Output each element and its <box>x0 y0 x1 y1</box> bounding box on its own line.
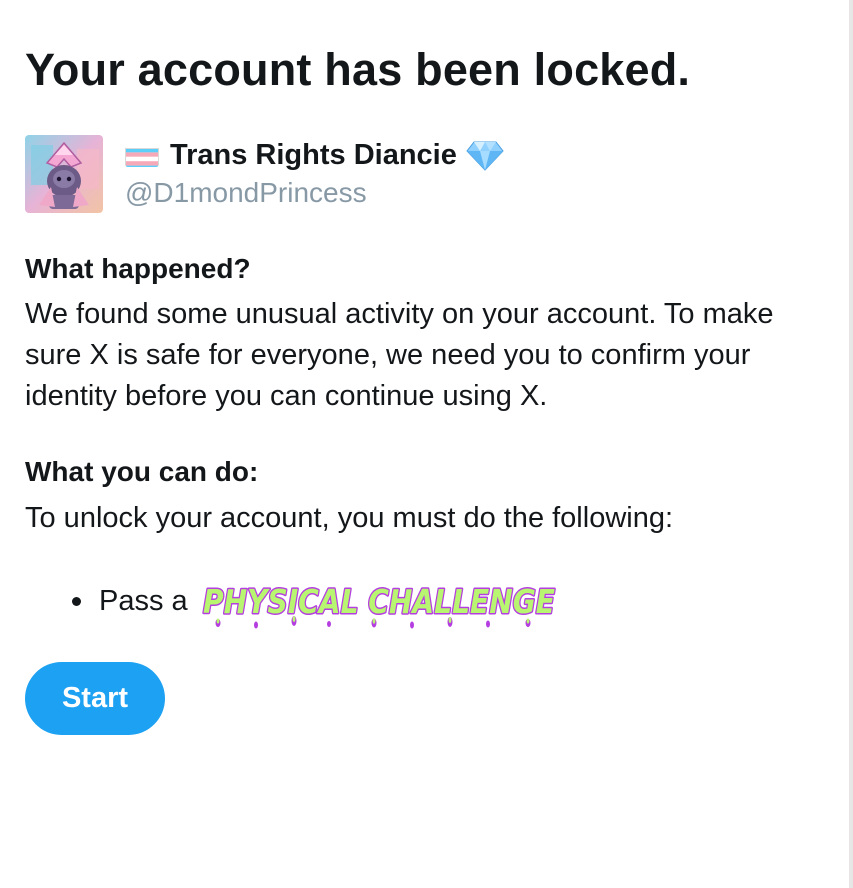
physical-challenge-wordart: PHYSICAL CHALLENGE <box>198 571 560 631</box>
account-card: Trans Rights Diancie @D1mondPrincess <box>25 135 725 215</box>
display-name-row: Trans Rights Diancie <box>125 139 504 172</box>
page-title: Your account has been locked. <box>25 44 691 95</box>
account-handle: @D1mondPrincess <box>125 177 367 208</box>
avatar <box>25 135 103 213</box>
step-prefix: Pass a <box>99 584 188 617</box>
what-happened-heading: What happened? <box>25 253 251 284</box>
start-button[interactable]: Start <box>25 662 165 735</box>
physical-challenge-text: PHYSICAL CHALLENGE <box>203 582 555 621</box>
avatar-image <box>25 135 103 213</box>
window-edge <box>849 0 853 888</box>
display-name: Trans Rights Diancie <box>170 139 457 171</box>
gem-stone-icon <box>466 141 504 171</box>
steps-list: Pass a PHYSICAL CHALLENGE <box>72 578 560 629</box>
what-you-can-do-heading: What you can do: <box>25 456 259 487</box>
bullet-icon <box>72 596 81 606</box>
what-you-can-do-text: To unlock your account, you must do the … <box>25 502 674 534</box>
list-item: Pass a PHYSICAL CHALLENGE <box>72 578 560 629</box>
transgender-flag-icon <box>125 145 159 167</box>
what-happened-text: We found some unusual activity on your a… <box>25 298 774 412</box>
